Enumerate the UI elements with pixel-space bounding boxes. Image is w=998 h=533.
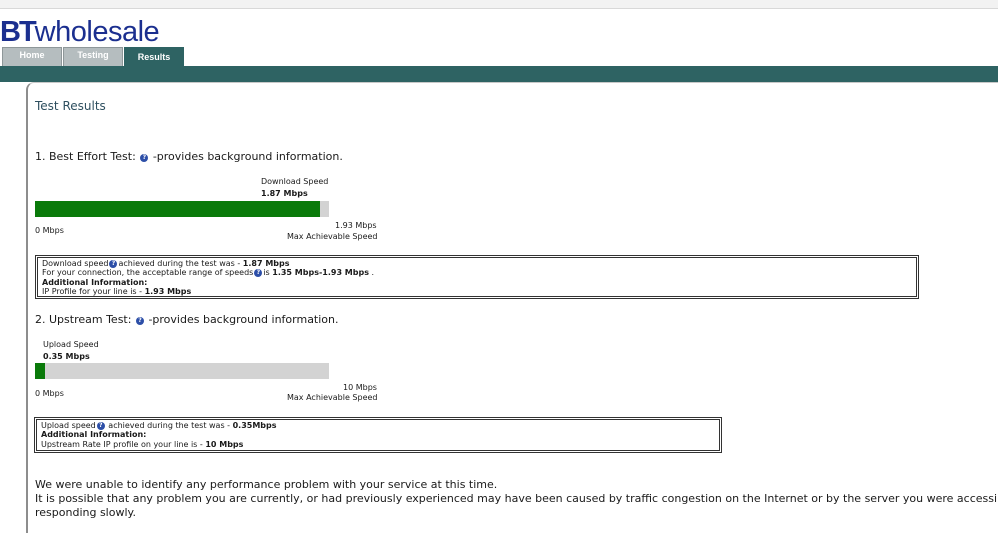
info-line: IP Profile for your line is - 1.93 Mbps [42, 287, 912, 296]
upload-speed-bar-fill [35, 363, 45, 379]
download-max-label: Max Achievable Speed [287, 232, 378, 241]
tab-home[interactable]: Home [2, 47, 62, 66]
info-line: For your connection, the acceptable rang… [42, 268, 912, 278]
info-text: achieved during the test was - [118, 259, 243, 268]
logo-bt: BT [0, 16, 37, 48]
info-text: Upstream Rate IP profile on your line is… [41, 439, 206, 449]
download-speed-bar [35, 201, 329, 217]
info-line: Download speed? achieved during the test … [42, 259, 912, 268]
tab-testing[interactable]: Testing [63, 47, 123, 66]
info-text: For your connection, the acceptable rang… [42, 268, 254, 278]
download-speed-value: 1.87 Mbps [261, 189, 308, 198]
best-effort-title-suffix: -provides background information. [152, 150, 343, 163]
additional-info-heading: Additional Information: [41, 430, 147, 440]
browser-top-strip [0, 0, 998, 9]
bt-wholesale-logo: BTwholesale [0, 16, 160, 48]
upload-max-value: 10 Mbps [343, 383, 377, 392]
download-speed-bar-fill [35, 201, 320, 217]
info-value: 1.93 Mbps [144, 287, 192, 297]
upload-speed-bar [35, 363, 329, 379]
download-min-label: 0 Mbps [35, 226, 64, 235]
info-line: Upstream Rate IP profile on your line is… [41, 440, 715, 449]
help-icon[interactable]: ? [109, 260, 118, 268]
summary-line-1: We were unable to identify any performan… [35, 478, 498, 491]
info-text: achieved during the test was - [105, 421, 233, 430]
download-speed-label: Download Speed [261, 177, 329, 186]
upload-speed-label: Upload Speed [43, 340, 99, 349]
help-icon[interactable]: ? [96, 422, 105, 430]
info-value: 1.35 Mbps-1.93 Mbps [272, 268, 369, 278]
upstream-title-suffix: -provides background information. [148, 313, 339, 326]
info-text: is [263, 268, 273, 278]
best-effort-info-box: Download speed? achieved during the test … [35, 255, 919, 299]
nav-tabs: Home Testing Results [2, 47, 184, 66]
upload-speed-value: 0.35 Mbps [43, 352, 90, 361]
help-icon[interactable]: ? [254, 269, 263, 278]
info-text: Download speed [42, 259, 109, 268]
page-title: Test Results [35, 99, 106, 113]
info-value: 1.87 Mbps [242, 259, 290, 268]
summary-line-2: It is possible that any problem you are … [35, 492, 998, 505]
help-icon[interactable]: ? [140, 154, 149, 162]
upload-max-label: Max Achievable Speed [287, 393, 378, 402]
upload-min-label: 0 Mbps [35, 389, 64, 398]
info-value: 0.35Mbps [232, 421, 277, 430]
best-effort-title-text: 1. Best Effort Test: [35, 150, 136, 163]
upstream-title-text: 2. Upstream Test: [35, 313, 132, 326]
upstream-info-box: Upload speed? achieved during the test w… [34, 417, 722, 453]
tab-results[interactable]: Results [124, 47, 184, 66]
upstream-title: 2. Upstream Test: ? -provides background… [35, 313, 339, 326]
best-effort-title: 1. Best Effort Test: ? -provides backgro… [35, 150, 343, 163]
logo-wholesale: wholesale [34, 16, 160, 48]
help-icon[interactable]: ? [135, 317, 144, 325]
info-text: IP Profile for your line is - [42, 287, 145, 297]
info-text: Upload speed [41, 421, 96, 430]
additional-info-heading: Additional Information: [42, 277, 148, 287]
info-value: 10 Mbps [205, 439, 244, 449]
info-line: Upload speed? achieved during the test w… [41, 421, 715, 430]
download-max-value: 1.93 Mbps [335, 221, 377, 230]
header-bar [0, 66, 998, 82]
info-text: . [368, 268, 375, 278]
